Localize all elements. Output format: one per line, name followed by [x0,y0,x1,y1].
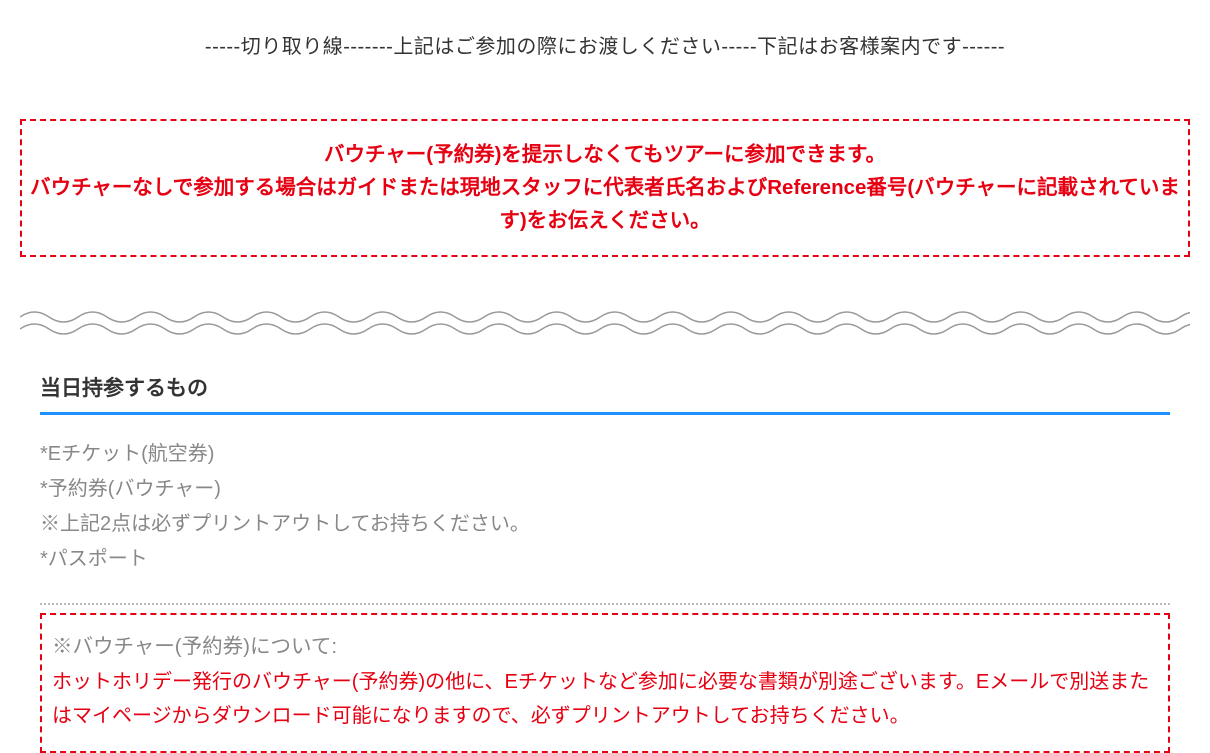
cut-line-text: -----切り取り線-------上記はご参加の際にお渡しください-----下記… [20,30,1190,59]
voucher-notice-box: バウチャー(予約券)を提示しなくてもツアーに参加できます。 バウチャーなしで参加… [20,119,1190,257]
checklist-item: *予約券(バウチャー) [40,472,1170,507]
checklist-item: *Eチケット(航空券) [40,437,1170,472]
wave-divider-icon [20,307,1190,337]
checklist-item: ※上記2点は必ずプリントアウトしてお持ちください。 [40,507,1170,542]
section-heading: 当日持参するもの [40,372,1170,415]
checklist: *Eチケット(航空券) *予約券(バウチャー) ※上記2点は必ずプリントアウトし… [40,437,1170,597]
checklist-item: *パスポート [40,542,1170,577]
voucher-info-body: ホットホリデー発行のバウチャー(予約券)の他に、Eチケットなど参加に必要な書類が… [52,665,1158,733]
voucher-info-title: ※バウチャー(予約券)について: [52,629,1158,659]
voucher-notice-line2: バウチャーなしで参加する場合はガイドまたは現地スタッフに代表者氏名およびRefe… [30,172,1180,238]
voucher-info-box: ※バウチャー(予約券)について: ホットホリデー発行のバウチャー(予約券)の他に… [40,613,1170,753]
dotted-separator [40,603,1170,605]
voucher-notice-line1: バウチャー(予約券)を提示しなくてもツアーに参加できます。 [30,139,1180,172]
bring-section: 当日持参するもの *Eチケット(航空券) *予約券(バウチャー) ※上記2点は必… [40,372,1170,753]
